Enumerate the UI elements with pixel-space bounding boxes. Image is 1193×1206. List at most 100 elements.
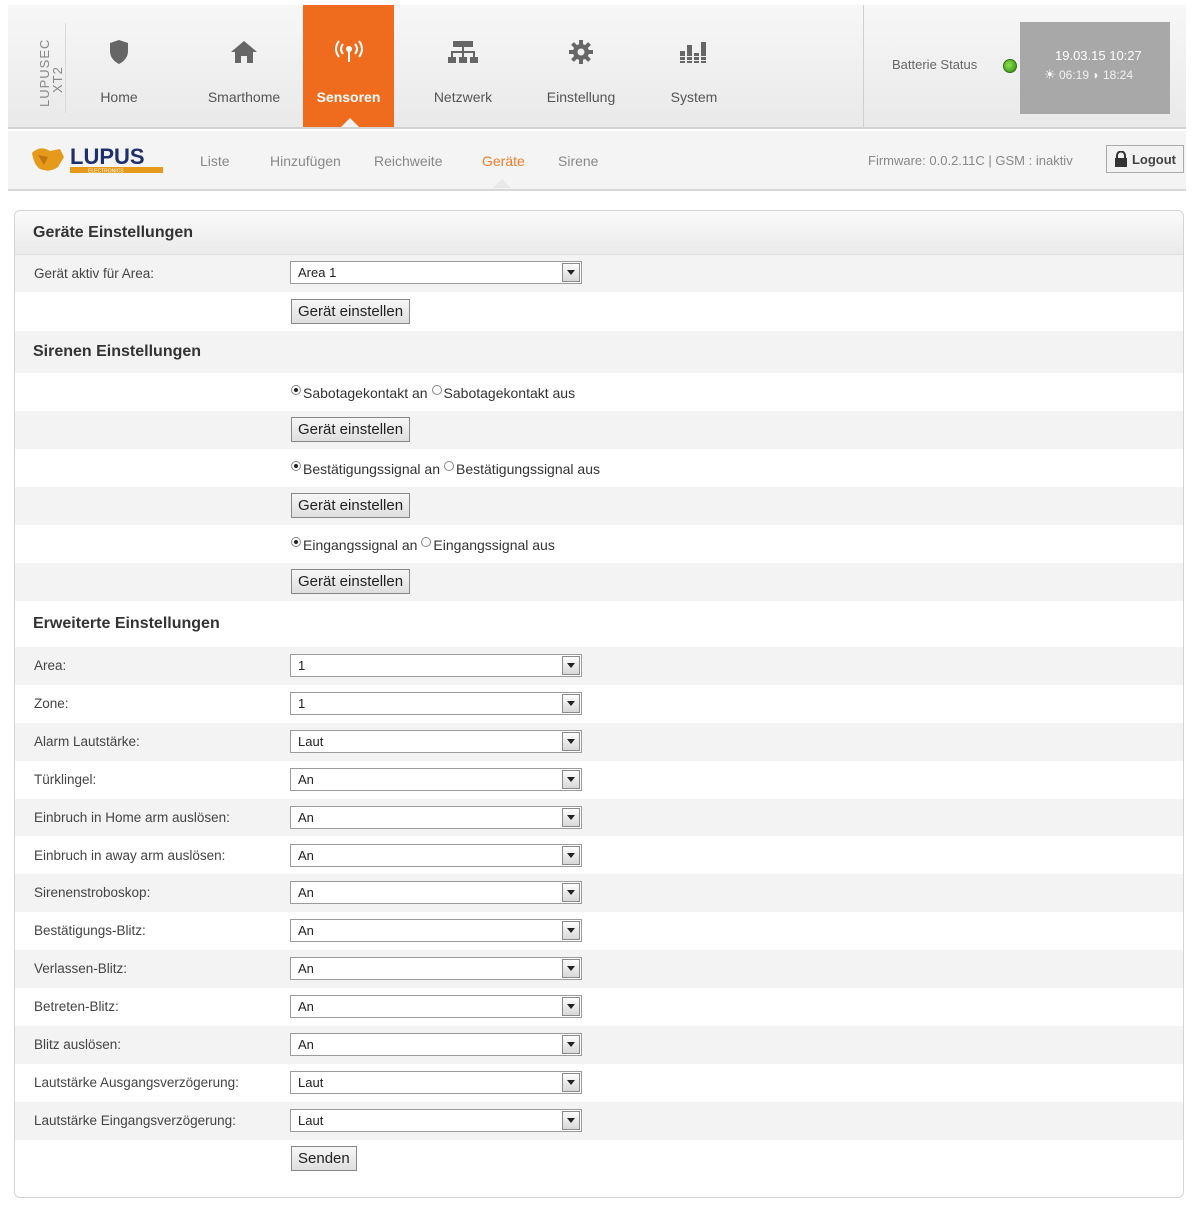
select-value: An	[298, 771, 314, 787]
select-value: An	[298, 809, 314, 825]
form-row: Sabotagekontakt an Sabotagekontakt aus	[15, 373, 1183, 411]
setting-select[interactable]: 1	[290, 691, 582, 715]
divider	[863, 5, 864, 127]
setting-select[interactable]: An	[290, 995, 582, 1019]
nav-label-smarthome: Smarthome	[207, 89, 281, 105]
chevron-down-icon	[562, 263, 580, 282]
radio-eingang-off[interactable]	[421, 537, 432, 547]
subtab-sirene[interactable]: Sirene	[558, 153, 598, 169]
field-label: Gerät aktiv für Area:	[34, 266, 155, 281]
subtab-hinzufuegen[interactable]: Hinzufügen	[270, 153, 341, 169]
geraet-einstellen-button[interactable]: Gerät einstellen	[291, 493, 411, 518]
select-value: An	[298, 885, 314, 901]
select-value: 1	[298, 658, 306, 673]
setting-select[interactable]: An	[290, 1033, 582, 1056]
geraet-einstellen-button[interactable]: Gerät einstellen	[291, 299, 411, 324]
nav-tab-system[interactable]: System	[648, 5, 740, 127]
radio-label: Sabotagekontakt aus	[443, 385, 576, 401]
network-icon	[418, 35, 508, 69]
form-row: Lautstärke Eingangsverzögerung: Laut	[15, 1101, 1183, 1140]
lupus-logo: LUPUS ELECTRONICS	[30, 143, 170, 177]
setting-select[interactable]: An	[290, 881, 582, 905]
select-value: Laut	[298, 733, 324, 749]
setting-select[interactable]: Laut	[290, 729, 582, 753]
nav-tab-sensoren[interactable]: Sensoren	[303, 5, 394, 127]
sub-navigation: LUPUS ELECTRONICS Liste Hinzufügen Reich…	[8, 131, 1186, 191]
form-row: Blitz auslösen: An	[15, 1026, 1183, 1064]
form-row: Eingangssignal an Eingangssignal aus	[15, 525, 1183, 563]
chevron-down-icon	[562, 959, 580, 979]
field-label: Sirenenstroboskop:	[34, 885, 151, 901]
subtab-geraete[interactable]: Geräte	[482, 153, 525, 169]
nav-label-einstellung: Einstellung	[546, 89, 616, 105]
radio-sabotage-off[interactable]	[431, 385, 442, 395]
field-label: Area:	[34, 658, 67, 673]
chevron-down-icon	[562, 656, 580, 675]
field-label: Zone:	[34, 695, 69, 711]
sun-icon: ☀	[1044, 67, 1056, 82]
nav-tab-einstellung[interactable]: Einstellung	[534, 5, 628, 127]
logout-button[interactable]: Logout	[1106, 145, 1184, 173]
datetime-panel: 19.03.15 10:27 ☀ 06:19 ◗ 18:24	[1020, 22, 1170, 114]
sun-times: ☀ 06:19 ◗ 18:24	[1044, 67, 1133, 83]
radio-label: Eingangssignal an	[303, 537, 418, 553]
form-row: Gerät einstellen	[15, 292, 1183, 331]
lock-icon	[1114, 151, 1127, 167]
form-row: Lautstärke Ausgangsverzögerung: Laut	[15, 1064, 1183, 1102]
radio-bestaetigung-on[interactable]	[291, 461, 301, 471]
form-row: Einbruch in Home arm auslösen: An	[15, 798, 1183, 837]
form-row: Bestätigungs-Blitz: An	[15, 912, 1183, 950]
radio-group-sabotage: Sabotagekontakt an Sabotagekontakt aus	[291, 385, 575, 401]
field-label: Einbruch in Home arm auslösen:	[34, 809, 230, 825]
setting-select[interactable]: An	[290, 957, 582, 981]
select-value: An	[298, 1037, 314, 1052]
geraet-einstellen-button[interactable]: Gerät einstellen	[291, 417, 411, 442]
nav-tab-home[interactable]: Home	[71, 5, 167, 127]
senden-button[interactable]: Senden	[291, 1145, 357, 1171]
nav-label-netzwerk: Netzwerk	[433, 89, 493, 105]
radio-eingang-on[interactable]	[291, 537, 301, 547]
select-value: An	[298, 847, 314, 863]
setting-select[interactable]: An	[290, 919, 582, 943]
bar-chart-icon	[648, 35, 740, 69]
form-row: Alarm Lautstärke: Laut	[15, 722, 1183, 761]
gear-icon	[534, 35, 628, 69]
select-value: 1	[298, 695, 306, 711]
area-select[interactable]: Area 1	[290, 261, 582, 284]
nav-tab-smarthome[interactable]: Smarthome	[188, 5, 300, 127]
active-subtab-indicator	[493, 179, 511, 188]
select-value: An	[298, 961, 314, 977]
setting-select[interactable]: Laut	[290, 1108, 582, 1132]
subtab-liste[interactable]: Liste	[200, 153, 230, 169]
nav-tab-netzwerk[interactable]: Netzwerk	[418, 5, 508, 127]
radio-group-bestaetigung: Bestätigungssignal an Bestätigungssignal…	[291, 461, 600, 477]
chevron-down-icon	[562, 693, 580, 713]
chevron-down-icon	[562, 807, 580, 827]
select-value: Area 1	[298, 265, 337, 280]
setting-select[interactable]: An	[290, 805, 582, 829]
radio-label: Bestätigungssignal aus	[456, 461, 600, 477]
form-row: Betreten-Blitz: An	[15, 988, 1183, 1026]
brand-line2: XT2	[50, 66, 65, 93]
radio-sabotage-on[interactable]	[291, 385, 301, 395]
select-value: Laut	[298, 1074, 324, 1090]
setting-select[interactable]: Laut	[290, 1070, 582, 1094]
shield-icon	[71, 35, 167, 69]
form-row: Zone: 1	[15, 685, 1183, 723]
field-label: Einbruch in away arm auslösen:	[34, 847, 226, 863]
subtab-reichweite[interactable]: Reichweite	[374, 153, 442, 169]
form-row: Gerät aktiv für Area: Area 1	[15, 255, 1183, 292]
geraet-einstellen-button[interactable]: Gerät einstellen	[291, 569, 411, 594]
form-row: Sirenenstroboskop: An	[15, 874, 1183, 913]
setting-select[interactable]: 1	[290, 654, 582, 677]
field-label: Lautstärke Ausgangsverzögerung:	[34, 1074, 239, 1090]
top-navigation: LUPUSEC XT2 Home Smarthome Sensoren Netz…	[8, 5, 1186, 129]
section-header-row: Sirenen Einstellungen	[15, 331, 1183, 373]
form-row: Bestätigungssignal an Bestätigungssignal…	[15, 449, 1183, 487]
setting-select[interactable]: An	[290, 767, 582, 791]
field-label: Blitz auslösen:	[34, 1037, 122, 1052]
radio-bestaetigung-off[interactable]	[444, 461, 454, 471]
setting-select[interactable]: An	[290, 843, 582, 867]
section-title-erweitert: Erweiterte Einstellungen	[33, 615, 220, 632]
form-row: Einbruch in away arm auslösen: An	[15, 837, 1183, 875]
